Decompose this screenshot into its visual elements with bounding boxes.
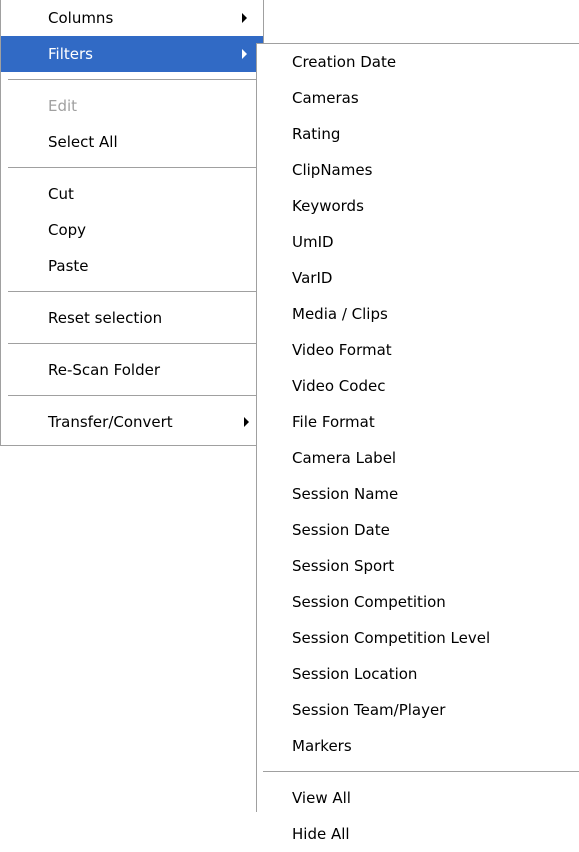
filter-item-rating[interactable]: Rating (257, 116, 579, 152)
filters-submenu: Creation Date Cameras Rating ClipNames K… (256, 43, 579, 843)
filter-item-umid[interactable]: UmID (257, 224, 579, 260)
filter-item-video-format[interactable]: Video Format (257, 332, 579, 368)
menu-item-edit: Edit (1, 88, 263, 124)
menu-separator (1, 388, 263, 404)
submenu-arrow-icon (244, 417, 249, 427)
submenu-arrow-icon (242, 49, 247, 59)
filter-item-varid[interactable]: VarID (257, 260, 579, 296)
menu-item-label: Transfer/Convert (48, 413, 173, 431)
filter-item-session-competition[interactable]: Session Competition (257, 584, 579, 620)
filter-item-video-codec[interactable]: Video Codec (257, 368, 579, 404)
menu-item-rescan-folder[interactable]: Re-Scan Folder (1, 352, 263, 388)
menu-item-label: Paste (48, 257, 89, 275)
menu-item-select-all[interactable]: Select All (1, 124, 263, 160)
menu-item-label: Copy (48, 221, 87, 239)
menu-separator (1, 160, 263, 176)
filter-item-file-format[interactable]: File Format (257, 404, 579, 440)
menu-separator (1, 284, 263, 300)
filter-item-session-location[interactable]: Session Location (257, 656, 579, 692)
menu-separator (1, 336, 263, 352)
menu-item-label: Select All (48, 133, 118, 151)
filter-item-keywords[interactable]: Keywords (257, 188, 579, 224)
menu-separator (1, 72, 263, 88)
submenu-arrow-icon (242, 13, 247, 23)
menu-item-cut[interactable]: Cut (1, 176, 263, 212)
menu-item-columns[interactable]: Columns (1, 0, 263, 36)
filter-item-session-date[interactable]: Session Date (257, 512, 579, 548)
filter-item-markers[interactable]: Markers (257, 728, 579, 764)
menu-item-label: Filters (48, 45, 93, 63)
menu-item-label: Cut (48, 185, 74, 203)
menu-item-label: Edit (48, 97, 78, 115)
filter-view-all[interactable]: View All (257, 780, 579, 816)
menu-separator (257, 764, 579, 780)
menu-item-copy[interactable]: Copy (1, 212, 263, 248)
filter-item-session-team-player[interactable]: Session Team/Player (257, 692, 579, 728)
menu-item-reset-selection[interactable]: Reset selection (1, 300, 263, 336)
menu-item-paste[interactable]: Paste (1, 248, 263, 284)
filter-item-creation-date[interactable]: Creation Date (257, 44, 579, 80)
filter-item-clipnames[interactable]: ClipNames (257, 152, 579, 188)
filter-item-media-clips[interactable]: Media / Clips (257, 296, 579, 332)
filter-hide-all[interactable]: Hide All (257, 816, 579, 852)
context-menu: Columns Filters Edit Select All Cut Copy… (0, 0, 264, 446)
menu-item-label: Re-Scan Folder (48, 361, 160, 379)
filter-item-session-sport[interactable]: Session Sport (257, 548, 579, 584)
menu-item-label: Columns (48, 9, 114, 27)
filter-item-cameras[interactable]: Cameras (257, 80, 579, 116)
menu-item-label: Reset selection (48, 309, 163, 327)
menu-item-filters[interactable]: Filters (1, 36, 263, 72)
filter-item-camera-label[interactable]: Camera Label (257, 440, 579, 476)
filter-item-session-name[interactable]: Session Name (257, 476, 579, 512)
filter-item-session-competition-level[interactable]: Session Competition Level (257, 620, 579, 656)
menu-item-transfer-convert[interactable]: Transfer/Convert (1, 404, 263, 440)
